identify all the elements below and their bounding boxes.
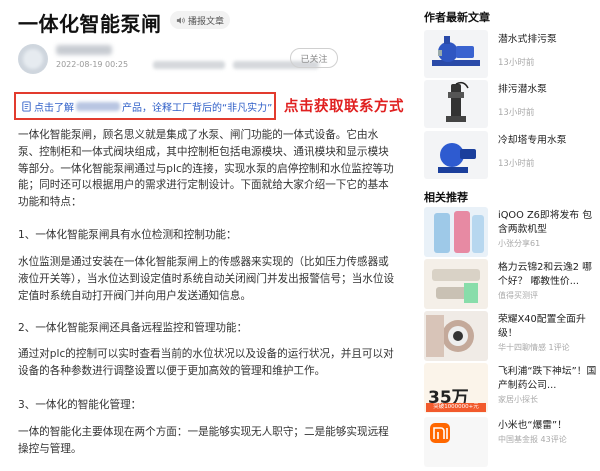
related-meta: 值得买测评 [498, 291, 538, 300]
related-item[interactable]: 格力云锦2和云逸2 哪个好？ 嘟教性价... 值得买测评 [424, 259, 600, 311]
pump-thumbnail [424, 131, 488, 179]
related-meta: 华十四聊情感 1评论 [498, 343, 570, 352]
promo-contact-cta[interactable]: 点击获取联系方式 [284, 95, 404, 116]
phone-thumbnail [424, 207, 488, 257]
promo-suffix: 产品，诠释工厂背后的“非凡实力” [122, 102, 273, 114]
author-name-blurred[interactable] [56, 45, 112, 55]
listen-label: 播报文章 [188, 16, 225, 27]
promo-link[interactable]: 点击了解 产品，诠释工厂背后的“非凡实力” [14, 92, 276, 120]
related-meta: 小张分享61 [498, 239, 541, 248]
related-item[interactable]: 35万 突破1000000+元 飞利浦“跌下神坛”！国产制药公司... 家居小探… [424, 363, 600, 415]
article-main: 一体化智能泵闸 播报文章 2022-08-19 00:25 已关注 点击了解 产… [0, 0, 404, 471]
ad-thumbnail: 35万 突破1000000+元 [424, 363, 488, 413]
publish-date: 2022-08-19 00:25 [56, 60, 129, 69]
paragraph-smart: 一体的智能化主要体现在两个方面：一是能够实现无人职守；二是能够实现远程操控与管理… [18, 426, 389, 455]
author-article-item[interactable]: 排污潜水泵 13小时前 [424, 80, 600, 130]
related-title: iQOO Z6即将发布 包含两款机型 [498, 210, 593, 235]
author-avatar[interactable] [18, 44, 48, 74]
pump-thumbnail [424, 30, 488, 78]
xiaomi-logo-thumbnail [424, 417, 488, 467]
article-meta: 2022-08-19 00:25 [56, 60, 320, 69]
speaker-icon [176, 16, 185, 24]
author-article-time: 13小时前 [498, 108, 535, 118]
air-conditioner-thumbnail [424, 259, 488, 309]
author-article-title: 冷却塔专用水泵 [498, 135, 567, 146]
sidebar: 作者最新文章 潜水式排污泵 13小时前 排污潜水泵 13小时前 冷却塔专用水泵 … [424, 0, 600, 471]
related-heading: 相关推荐 [424, 191, 468, 204]
follow-button[interactable]: 已关注 [290, 48, 338, 68]
promo-prefix: 点击了解 [34, 102, 74, 114]
document-icon [22, 100, 31, 112]
article-title: 一体化智能泵闸 [18, 12, 162, 36]
author-article-time: 13小时前 [498, 159, 535, 169]
related-item[interactable]: 荣耀X40配置全面升级！ 华十四聊情感 1评论 [424, 311, 600, 363]
author-article-time: 13小时前 [498, 58, 535, 68]
promo-brand-blurred [76, 101, 120, 111]
paragraph-heading-1: 1、一体化智能泵闸具有水位检测和控制功能： [18, 229, 237, 241]
pump-thumbnail [424, 80, 488, 128]
author-row: 2022-08-19 00:25 已关注 [18, 44, 378, 74]
related-meta: 家居小探长 [498, 395, 538, 404]
related-item[interactable]: 小米也“爆雷”！ 中国基金报 43评论 [424, 417, 600, 469]
author-article-item[interactable]: 潜水式排污泵 13小时前 [424, 30, 600, 80]
paragraph-intro: 一体化智能泵闸，顾名思义就是集成了水泵、闸门功能的一体式设备。它由水泵、控制柜和… [18, 129, 394, 209]
paragraph-heading-2: 2、一体化智能泵闸还具备远程监控和管理功能： [18, 322, 248, 334]
author-article-title: 排污潜水泵 [498, 84, 547, 95]
related-title: 荣耀X40配置全面升级！ [498, 314, 586, 339]
listen-article-button[interactable]: 播报文章 [170, 11, 231, 29]
related-meta: 中国基金报 43评论 [498, 435, 567, 444]
author-latest-heading: 作者最新文章 [424, 11, 490, 24]
ad-subtext: 突破1000000+元 [426, 403, 486, 412]
related-item[interactable]: iQOO Z6即将发布 包含两款机型 小张分享61 [424, 207, 600, 259]
related-title: 格力云锦2和云逸2 哪个好？ 嘟教性价... [498, 262, 592, 287]
author-article-item[interactable]: 冷却塔专用水泵 13小时前 [424, 131, 600, 181]
phone-camera-thumbnail [424, 311, 488, 361]
related-title: 飞利浦“跌下神坛”！国产制药公司... [498, 366, 597, 391]
paragraph-water-level: 水位监测是通过安装在一体化智能泵闸上的传感器来实现的（比如压力传感器或液位开关等… [18, 256, 395, 302]
paragraph-remote: 通过对plc的控制可以实时查看当前的水位状况以及设备的运行状况，并且可以对设备的… [18, 348, 394, 377]
location-blurred [152, 60, 225, 69]
related-title: 小米也“爆雷”！ [498, 420, 567, 431]
paragraph-heading-3: 3、一体化的智能化管理： [18, 399, 142, 411]
author-article-title: 潜水式排污泵 [498, 34, 557, 45]
